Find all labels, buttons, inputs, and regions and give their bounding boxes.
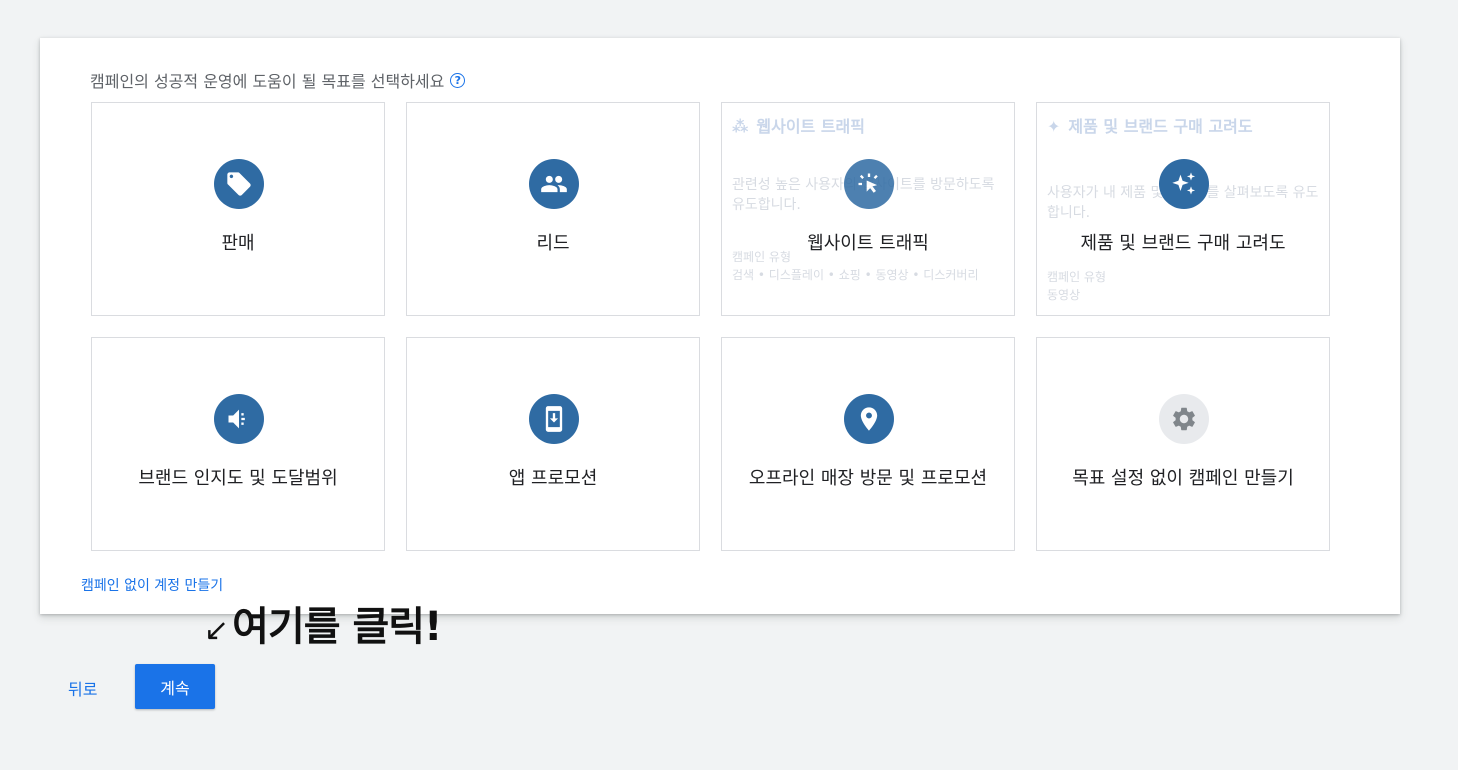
annotation-callout: ↙ 여기를 클릭! [204, 594, 442, 652]
page-heading: 캠페인의 성공적 운영에 도움이 될 목표를 선택하세요 ? [90, 68, 466, 92]
detail-title: ⁂ 웹사이트 트래픽 [732, 117, 865, 136]
arrow-icon: ↙ [204, 613, 229, 648]
location-pin-icon [844, 394, 894, 444]
goal-card-brand-awareness[interactable]: 브랜드 인지도 및 도달범위 [91, 337, 385, 551]
back-button[interactable]: 뒤로 [68, 676, 97, 700]
goal-label: 웹사이트 트래픽 [807, 233, 929, 254]
goal-card-sales[interactable]: 판매 [91, 102, 385, 316]
tag-icon [214, 159, 264, 209]
cursor-click-icon: ⁂ [732, 117, 749, 136]
annotation-text: 여기를 클릭! [232, 604, 442, 650]
sparkle-icon [1159, 159, 1209, 209]
goal-card-no-goal[interactable]: 목표 설정 없이 캠페인 만들기 [1036, 337, 1330, 551]
sparkle-icon: ✦ [1047, 117, 1061, 136]
phone-download-icon [529, 394, 579, 444]
goal-label: 앱 프로모션 [508, 468, 598, 489]
heading-text: 캠페인의 성공적 운영에 도움이 될 목표를 선택하세요 [90, 72, 445, 91]
detail-type-label: 캠페인 유형 [1047, 270, 1107, 284]
goal-card-website-traffic[interactable]: ⁂웹사이트 트래픽 관련성 높은 사용자의 웹사이트를 방문하도록 유도합니다.… [721, 102, 1015, 316]
gear-icon [1159, 394, 1209, 444]
goal-label: 오프라인 매장 방문 및 프로모션 [748, 468, 988, 489]
goal-label: 판매 [221, 233, 255, 254]
continue-button[interactable]: 계속 [135, 664, 215, 709]
goal-label: 제품 및 브랜드 구매 고려도 [1080, 233, 1286, 254]
cursor-click-icon [844, 159, 894, 209]
detail-types: 검색 • 디스플레이 • 쇼핑 • 동영상 • 디스커버리 [732, 268, 979, 282]
goal-label: 목표 설정 없이 캠페인 만들기 [1072, 468, 1294, 489]
detail-types: 동영상 [1047, 288, 1081, 302]
goal-card-app-promotion[interactable]: 앱 프로모션 [406, 337, 700, 551]
goal-card-leads[interactable]: 리드 [406, 102, 700, 316]
goal-card-consideration[interactable]: ✦제품 및 브랜드 구매 고려도 사용자가 내 제품 및 서비스를 살펴보도록 … [1036, 102, 1330, 316]
megaphone-icon [214, 394, 264, 444]
goal-selection-panel: 캠페인의 성공적 운영에 도움이 될 목표를 선택하세요 ? 판매 리드 ⁂ 웹사… [40, 38, 1400, 614]
people-icon [529, 159, 579, 209]
goal-label: 브랜드 인지도 및 도달범위 [138, 468, 338, 489]
help-icon[interactable]: ? [450, 72, 466, 88]
goal-card-store-visits[interactable]: 오프라인 매장 방문 및 프로모션 [721, 337, 1015, 551]
create-account-without-campaign-link[interactable]: 캠페인 없이 계정 만들기 [81, 575, 223, 595]
goal-label: 리드 [536, 233, 570, 254]
detail-title: ✦ 제품 및 브랜드 구매 고려도 [1047, 117, 1253, 136]
